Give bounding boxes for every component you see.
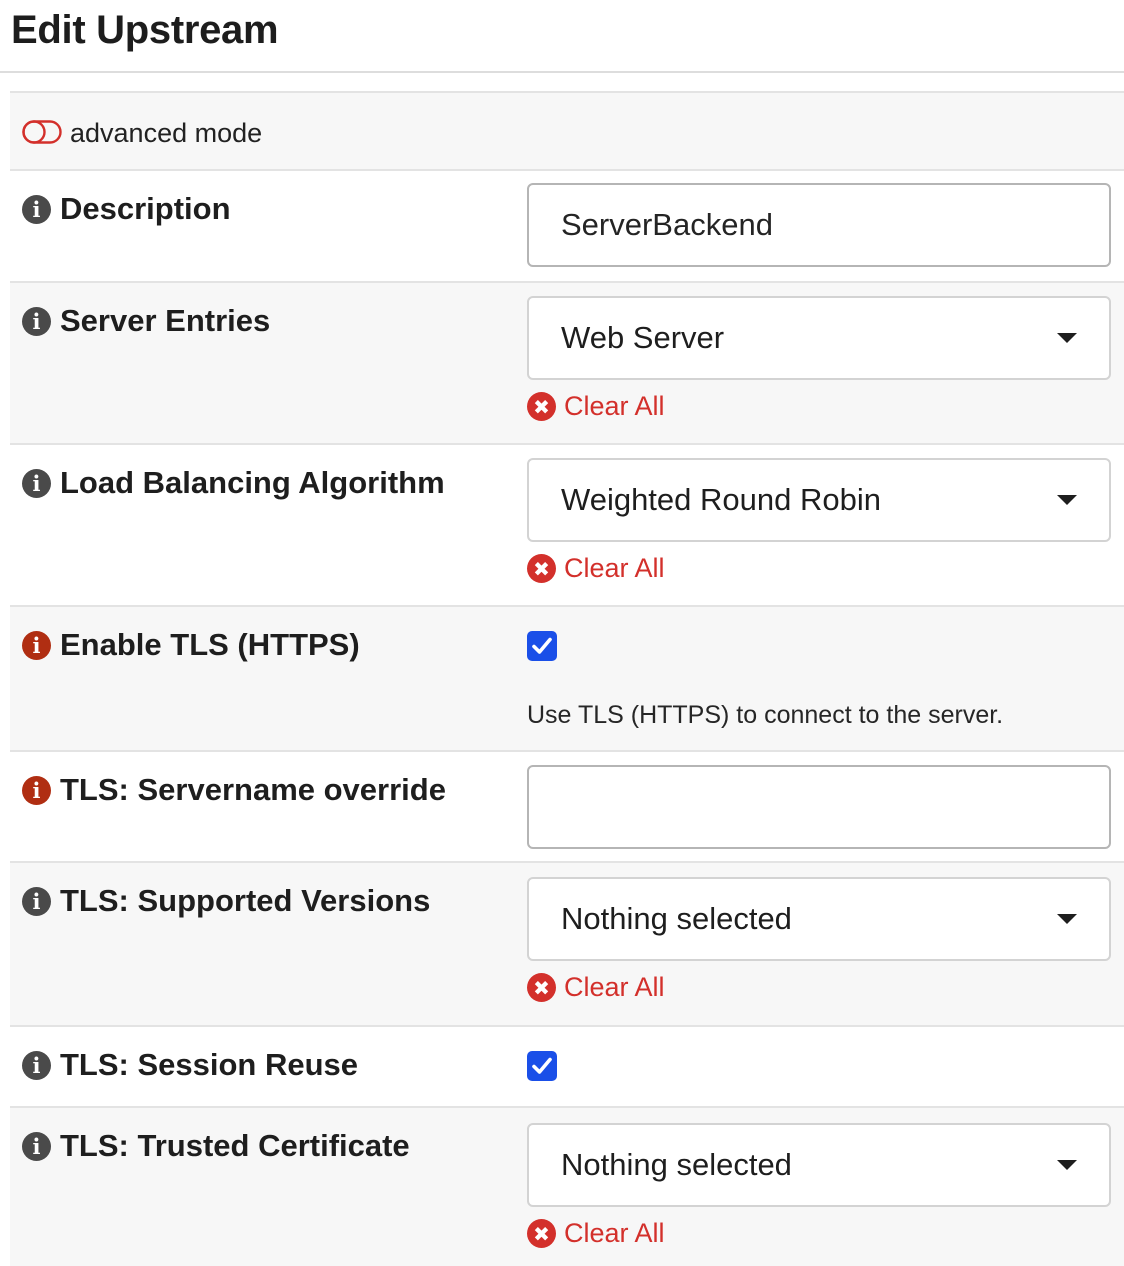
- upstream-form: advanced mode i Description i Server Ent…: [10, 91, 1124, 1266]
- page-title: Edit Upstream: [11, 8, 279, 52]
- trusted-certificate-clear-all[interactable]: ✖ Clear All: [527, 1218, 1111, 1249]
- select-value: Weighted Round Robin: [561, 482, 881, 517]
- info-icon[interactable]: i: [22, 775, 51, 805]
- clear-all-label: Clear All: [564, 1218, 665, 1248]
- enable-tls-help-text: Use TLS (HTTPS) to connect to the server…: [527, 701, 1004, 729]
- clear-all-label: Clear All: [564, 391, 665, 421]
- info-icon[interactable]: i: [22, 468, 51, 498]
- field-row-trusted-certificate: i TLS: Trusted Certificate Nothing selec…: [10, 1108, 1124, 1266]
- caret-down-icon: [1057, 495, 1077, 505]
- info-icon[interactable]: i: [22, 194, 51, 224]
- info-icon[interactable]: i: [22, 306, 51, 336]
- description-input[interactable]: [527, 183, 1111, 267]
- field-row-enable-tls: i Enable TLS (HTTPS) Use TLS (HTTPS) to …: [10, 607, 1124, 752]
- field-label: TLS: Servername override: [60, 772, 446, 807]
- clear-x-icon: ✖: [527, 392, 556, 421]
- caret-down-icon: [1057, 914, 1077, 924]
- advanced-mode-row: advanced mode: [10, 93, 1124, 171]
- field-label: Load Balancing Algorithm: [60, 465, 445, 500]
- select-value: Nothing selected: [561, 901, 792, 936]
- load-balancing-clear-all[interactable]: ✖ Clear All: [527, 553, 1111, 584]
- server-entries-select[interactable]: Web Server: [527, 296, 1111, 380]
- caret-down-icon: [1057, 333, 1077, 343]
- clear-x-icon: ✖: [527, 973, 556, 1002]
- enable-tls-checkbox[interactable]: [527, 631, 557, 661]
- info-icon[interactable]: i: [22, 1131, 51, 1161]
- session-reuse-checkbox[interactable]: [527, 1051, 557, 1081]
- clear-x-icon: ✖: [527, 554, 556, 583]
- supported-versions-clear-all[interactable]: ✖ Clear All: [527, 972, 1111, 1003]
- supported-versions-select[interactable]: Nothing selected: [527, 877, 1111, 961]
- field-row-servername-override: i TLS: Servername override: [10, 752, 1124, 863]
- field-label: TLS: Supported Versions: [60, 883, 431, 918]
- trusted-certificate-select[interactable]: Nothing selected: [527, 1123, 1111, 1207]
- clear-all-label: Clear All: [564, 972, 665, 1002]
- advanced-mode-toggle[interactable]: [22, 120, 62, 144]
- toggle-off-icon: [22, 120, 62, 144]
- clear-x-icon: ✖: [527, 1219, 556, 1248]
- caret-down-icon: [1057, 1160, 1077, 1170]
- load-balancing-select[interactable]: Weighted Round Robin: [527, 458, 1111, 542]
- server-entries-clear-all[interactable]: ✖ Clear All: [527, 391, 1111, 422]
- checkmark-icon: [532, 637, 552, 654]
- advanced-mode-label: advanced mode: [70, 118, 263, 148]
- select-value: Nothing selected: [561, 1147, 792, 1182]
- field-row-load-balancing: i Load Balancing Algorithm Weighted Roun…: [10, 445, 1124, 607]
- field-row-server-entries: i Server Entries Web Server ✖ Clear All: [10, 283, 1124, 445]
- info-icon[interactable]: i: [22, 630, 51, 660]
- field-row-description: i Description: [10, 171, 1124, 283]
- field-label: Enable TLS (HTTPS): [60, 627, 360, 662]
- field-row-supported-versions: i TLS: Supported Versions Nothing select…: [10, 863, 1124, 1027]
- field-row-session-reuse: i TLS: Session Reuse: [10, 1027, 1124, 1108]
- checkmark-icon: [532, 1057, 552, 1074]
- header-divider: [0, 71, 1124, 73]
- info-icon[interactable]: i: [22, 1050, 51, 1080]
- field-label: TLS: Trusted Certificate: [60, 1128, 410, 1163]
- servername-override-input[interactable]: [527, 765, 1111, 849]
- info-icon[interactable]: i: [22, 886, 51, 916]
- field-label: Description: [60, 191, 231, 226]
- field-label: Server Entries: [60, 303, 271, 338]
- select-value: Web Server: [561, 320, 725, 355]
- clear-all-label: Clear All: [564, 553, 665, 583]
- field-label: TLS: Session Reuse: [60, 1047, 359, 1082]
